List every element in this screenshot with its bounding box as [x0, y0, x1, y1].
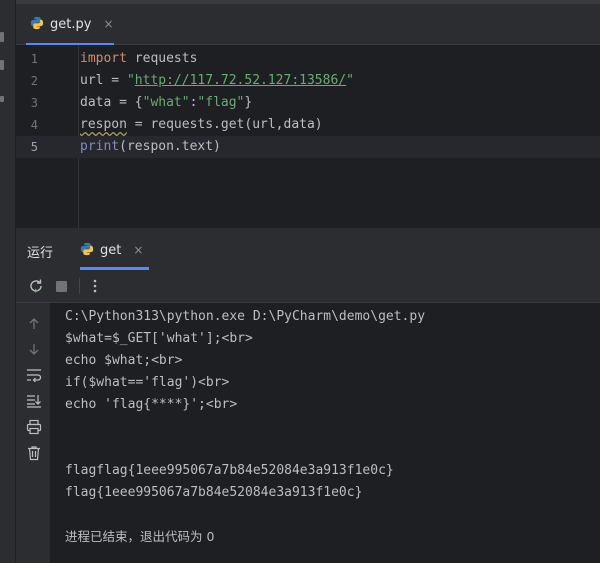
code-token: data = { [80, 95, 143, 110]
run-toolbar [16, 270, 600, 303]
line-number: 2 [30, 74, 38, 88]
code-text: url = "http://117.72.52.127:13586/" [80, 70, 354, 92]
tab-label: get.py [50, 16, 92, 32]
python-run-icon [80, 241, 94, 260]
print-icon[interactable] [25, 418, 43, 436]
code-token: print [80, 139, 120, 154]
tab-get-py[interactable]: get.py × [26, 4, 118, 44]
code-area[interactable]: 1 import requests 2 url = "http://117.72.52… [16, 45, 600, 228]
console-line: C:\Python313\python.exe D:\PyCharm\demo\… [65, 309, 426, 324]
code-token: import [80, 51, 127, 66]
console-line: echo $what;<br> [65, 353, 183, 368]
run-panel-header: 运行 get × [16, 230, 600, 270]
run-side-tools [16, 303, 50, 563]
down-arrow-icon[interactable] [25, 340, 43, 358]
project-tool-icon[interactable] [0, 32, 4, 42]
code-token: = requests.get(url,data) [126, 117, 323, 132]
more-tools-icon[interactable] [0, 96, 4, 102]
editor-tab-bar: get.py × [16, 4, 600, 45]
code-token: (respon.text) [119, 139, 221, 154]
soft-wrap-icon[interactable] [25, 366, 43, 384]
run-tab-label: get [100, 242, 122, 258]
console-line: echo 'flag{****}';<br> [65, 397, 238, 412]
line-number: 5 [30, 140, 38, 154]
run-panel-title: 运行 [27, 246, 54, 261]
code-line[interactable]: 4 respon = requests.get(url,data) [16, 114, 600, 136]
run-tab-close-icon[interactable]: × [133, 243, 143, 257]
console-line: 进程已结束，退出代码为 0 [65, 529, 215, 544]
code-token: "flag" [197, 95, 245, 110]
rerun-icon[interactable] [27, 277, 45, 295]
line-number: 4 [30, 118, 38, 132]
code-token: requests [126, 51, 198, 66]
code-token: http://117.72.52.127:13586/ [134, 73, 347, 88]
code-text: print(respon.text) [80, 136, 221, 158]
scroll-to-end-icon[interactable] [25, 392, 43, 410]
run-panel: 运行 get × C:\Python313\python.exe D:\PyCh… [16, 230, 600, 563]
console-line: $what=$_GET['what'];<br> [65, 331, 253, 346]
code-text: respon = requests.get(url,data) [80, 114, 323, 136]
code-token: respon [80, 117, 127, 132]
console-line: flag{1eee995067a7b84e52084e3a913f1e0c} [65, 485, 363, 500]
editor-pane: get.py × 1 import requests 2 url = "http://… [16, 0, 600, 228]
line-number: 1 [30, 52, 38, 66]
run-tab-get[interactable]: get × [80, 230, 143, 270]
toolbar-divider [79, 278, 80, 294]
code-token: url = [80, 73, 127, 88]
code-line[interactable]: 5 print(respon.text) [16, 136, 600, 158]
console-line: flagflag{1eee995067a7b84e52084e3a913f1e0… [65, 463, 394, 478]
code-text: import requests [80, 48, 197, 70]
code-line[interactable]: 3 data = {"what":"flag"} [16, 92, 600, 114]
more-options-icon[interactable] [86, 277, 104, 295]
code-token: " [126, 73, 135, 88]
code-line[interactable]: 1 import requests [16, 48, 600, 70]
console-line: if($what=='flag')<br> [65, 375, 230, 390]
python-file-icon [30, 15, 44, 34]
code-text: data = {"what":"flag"} [80, 92, 252, 114]
stop-icon[interactable] [52, 277, 70, 295]
code-token: } [244, 95, 253, 110]
code-token: " [346, 73, 354, 88]
left-tool-strip [0, 0, 16, 563]
line-number: 3 [30, 96, 38, 110]
tab-close-icon[interactable]: × [103, 17, 113, 31]
up-arrow-icon[interactable] [25, 315, 43, 333]
structure-tool-icon[interactable] [0, 60, 4, 70]
console-output[interactable]: C:\Python313\python.exe D:\PyCharm\demo\… [50, 303, 600, 563]
trash-icon[interactable] [25, 444, 43, 462]
code-token: "what" [142, 95, 190, 110]
code-line[interactable]: 2 url = "http://117.72.52.127:13586/" [16, 70, 600, 92]
